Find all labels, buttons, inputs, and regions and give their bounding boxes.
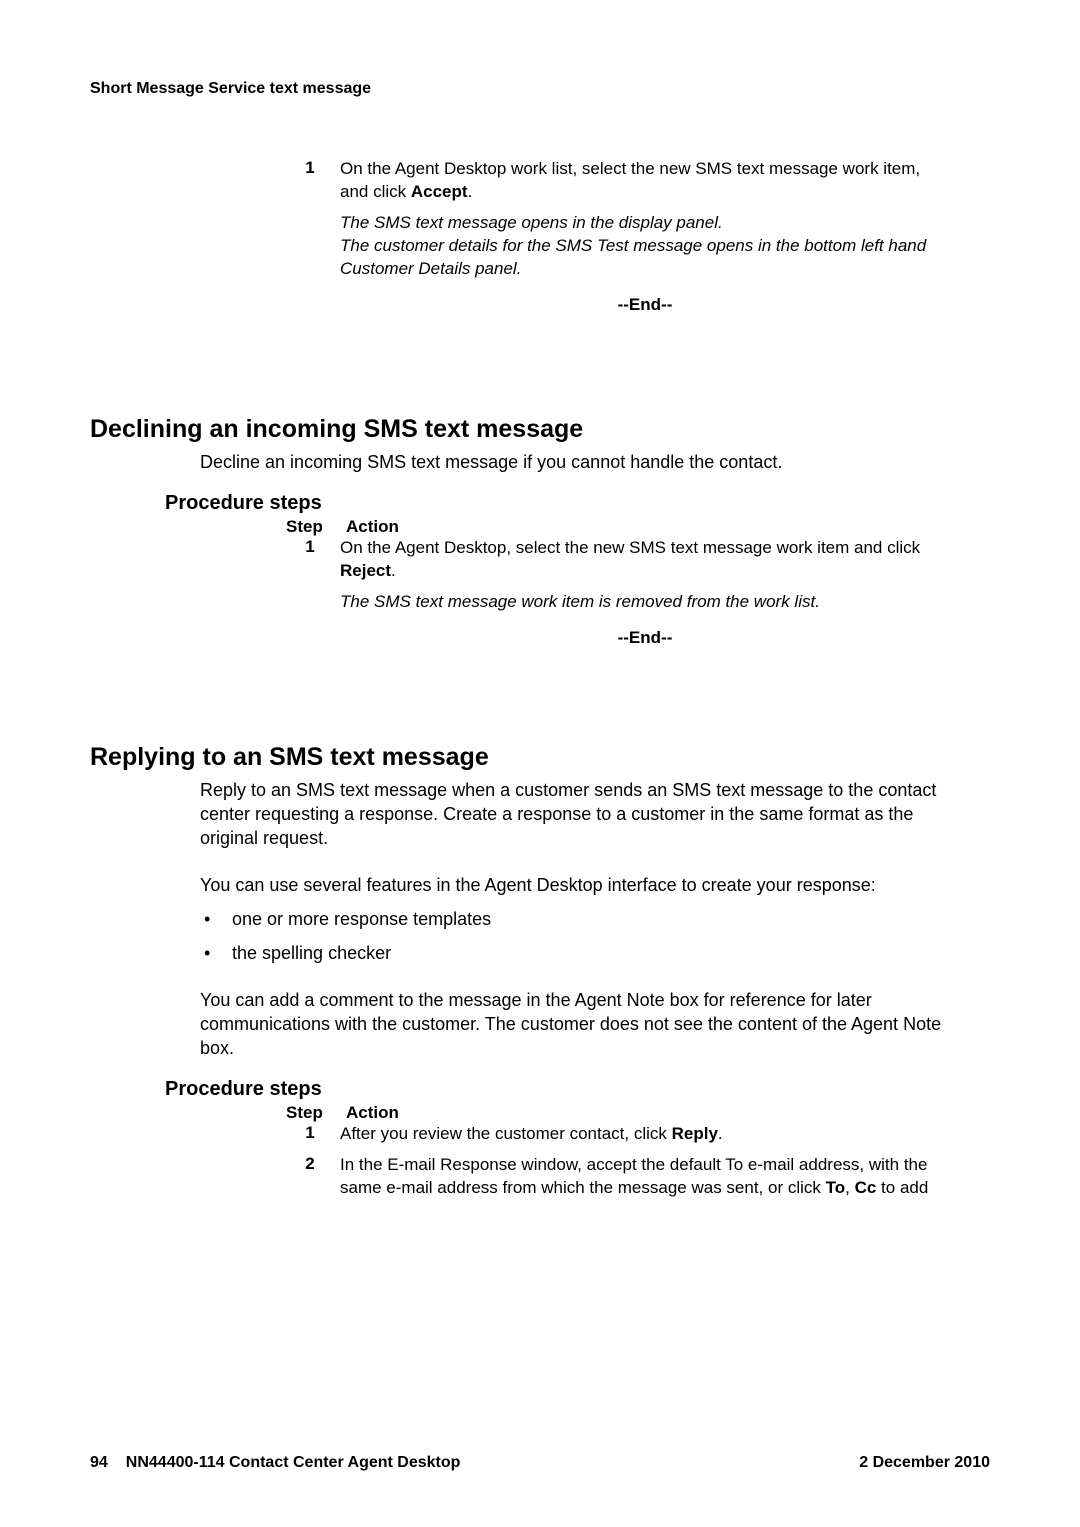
bold-term: To xyxy=(826,1178,846,1197)
heading-replying: Replying to an SMS text message xyxy=(90,743,990,772)
procedure-steps-heading: Procedure steps xyxy=(165,492,990,515)
step-column-header: Step xyxy=(280,1103,346,1123)
section2-steps: 1 On the Agent Desktop, select the new S… xyxy=(280,537,950,648)
bold-term: Cc xyxy=(855,1178,877,1197)
text-fragment: . xyxy=(718,1124,723,1143)
bullet-text: the spelling checker xyxy=(232,941,950,965)
intro-text: Decline an incoming SMS text message if … xyxy=(200,450,950,474)
italic-note: The SMS text message opens in the displa… xyxy=(340,212,950,235)
section1-steps: 1 On the Agent Desktop work list, select… xyxy=(280,158,950,315)
procedure-steps-heading: Procedure steps xyxy=(165,1078,990,1101)
section3-steps: 1 After you review the customer contact,… xyxy=(280,1123,950,1200)
text-fragment: . xyxy=(468,182,473,201)
step-number: 1 xyxy=(280,537,340,583)
paragraph: You can add a comment to the message in … xyxy=(200,988,950,1061)
end-marker: --End-- xyxy=(340,628,950,648)
text-fragment: , xyxy=(845,1178,854,1197)
heading-declining: Declining an incoming SMS text message xyxy=(90,415,990,444)
page-footer: 94 NN44400-114 Contact Center Agent Desk… xyxy=(90,1454,990,1472)
step-row: 1 On the Agent Desktop, select the new S… xyxy=(280,537,950,583)
step-row: 1 After you review the customer contact,… xyxy=(280,1123,950,1146)
italic-note: The customer details for the SMS Test me… xyxy=(340,235,950,281)
intro-text: Reply to an SMS text message when a cust… xyxy=(200,778,950,851)
bold-term: Reply xyxy=(672,1124,718,1143)
bullet-icon: • xyxy=(200,941,232,965)
footer-left: 94 NN44400-114 Contact Center Agent Desk… xyxy=(90,1454,460,1472)
list-item: • the spelling checker xyxy=(200,941,950,965)
step-action-text: After you review the customer contact, c… xyxy=(340,1123,950,1146)
step-row: 1 On the Agent Desktop work list, select… xyxy=(280,158,950,204)
step-number: 1 xyxy=(280,1123,340,1146)
document-id: NN44400-114 Contact Center Agent Desktop xyxy=(126,1454,461,1472)
bullet-list: • one or more response templates • the s… xyxy=(200,907,950,966)
italic-note: The SMS text message work item is remove… xyxy=(340,591,950,614)
text-fragment: to add xyxy=(876,1178,928,1197)
paragraph: You can use several features in the Agen… xyxy=(200,873,950,897)
list-item: • one or more response templates xyxy=(200,907,950,931)
action-column-header: Action xyxy=(346,1103,990,1123)
text-fragment: After you review the customer contact, c… xyxy=(340,1124,672,1143)
page-number: 94 xyxy=(90,1454,108,1472)
step-row: 2 In the E-mail Response window, accept … xyxy=(280,1154,950,1200)
step-number: 2 xyxy=(280,1154,340,1200)
step-number: 1 xyxy=(280,158,340,204)
step-column-header: Step xyxy=(280,517,346,537)
bold-term: Reject xyxy=(340,561,391,580)
text-fragment: On the Agent Desktop, select the new SMS… xyxy=(340,538,920,557)
text-fragment: . xyxy=(391,561,396,580)
bullet-icon: • xyxy=(200,907,232,931)
step-action-text: On the Agent Desktop, select the new SMS… xyxy=(340,537,950,583)
action-column-header: Action xyxy=(346,517,990,537)
page-container: Short Message Service text message 1 On … xyxy=(0,0,1080,1527)
end-marker: --End-- xyxy=(340,295,950,315)
step-action-text: On the Agent Desktop work list, select t… xyxy=(340,158,950,204)
step-header-row: Step Action xyxy=(280,1103,990,1123)
footer-date: 2 December 2010 xyxy=(859,1454,990,1472)
bullet-text: one or more response templates xyxy=(232,907,950,931)
running-header: Short Message Service text message xyxy=(90,80,990,98)
bold-term: Accept xyxy=(411,182,468,201)
step-action-text: In the E-mail Response window, accept th… xyxy=(340,1154,950,1200)
step-header-row: Step Action xyxy=(280,517,990,537)
